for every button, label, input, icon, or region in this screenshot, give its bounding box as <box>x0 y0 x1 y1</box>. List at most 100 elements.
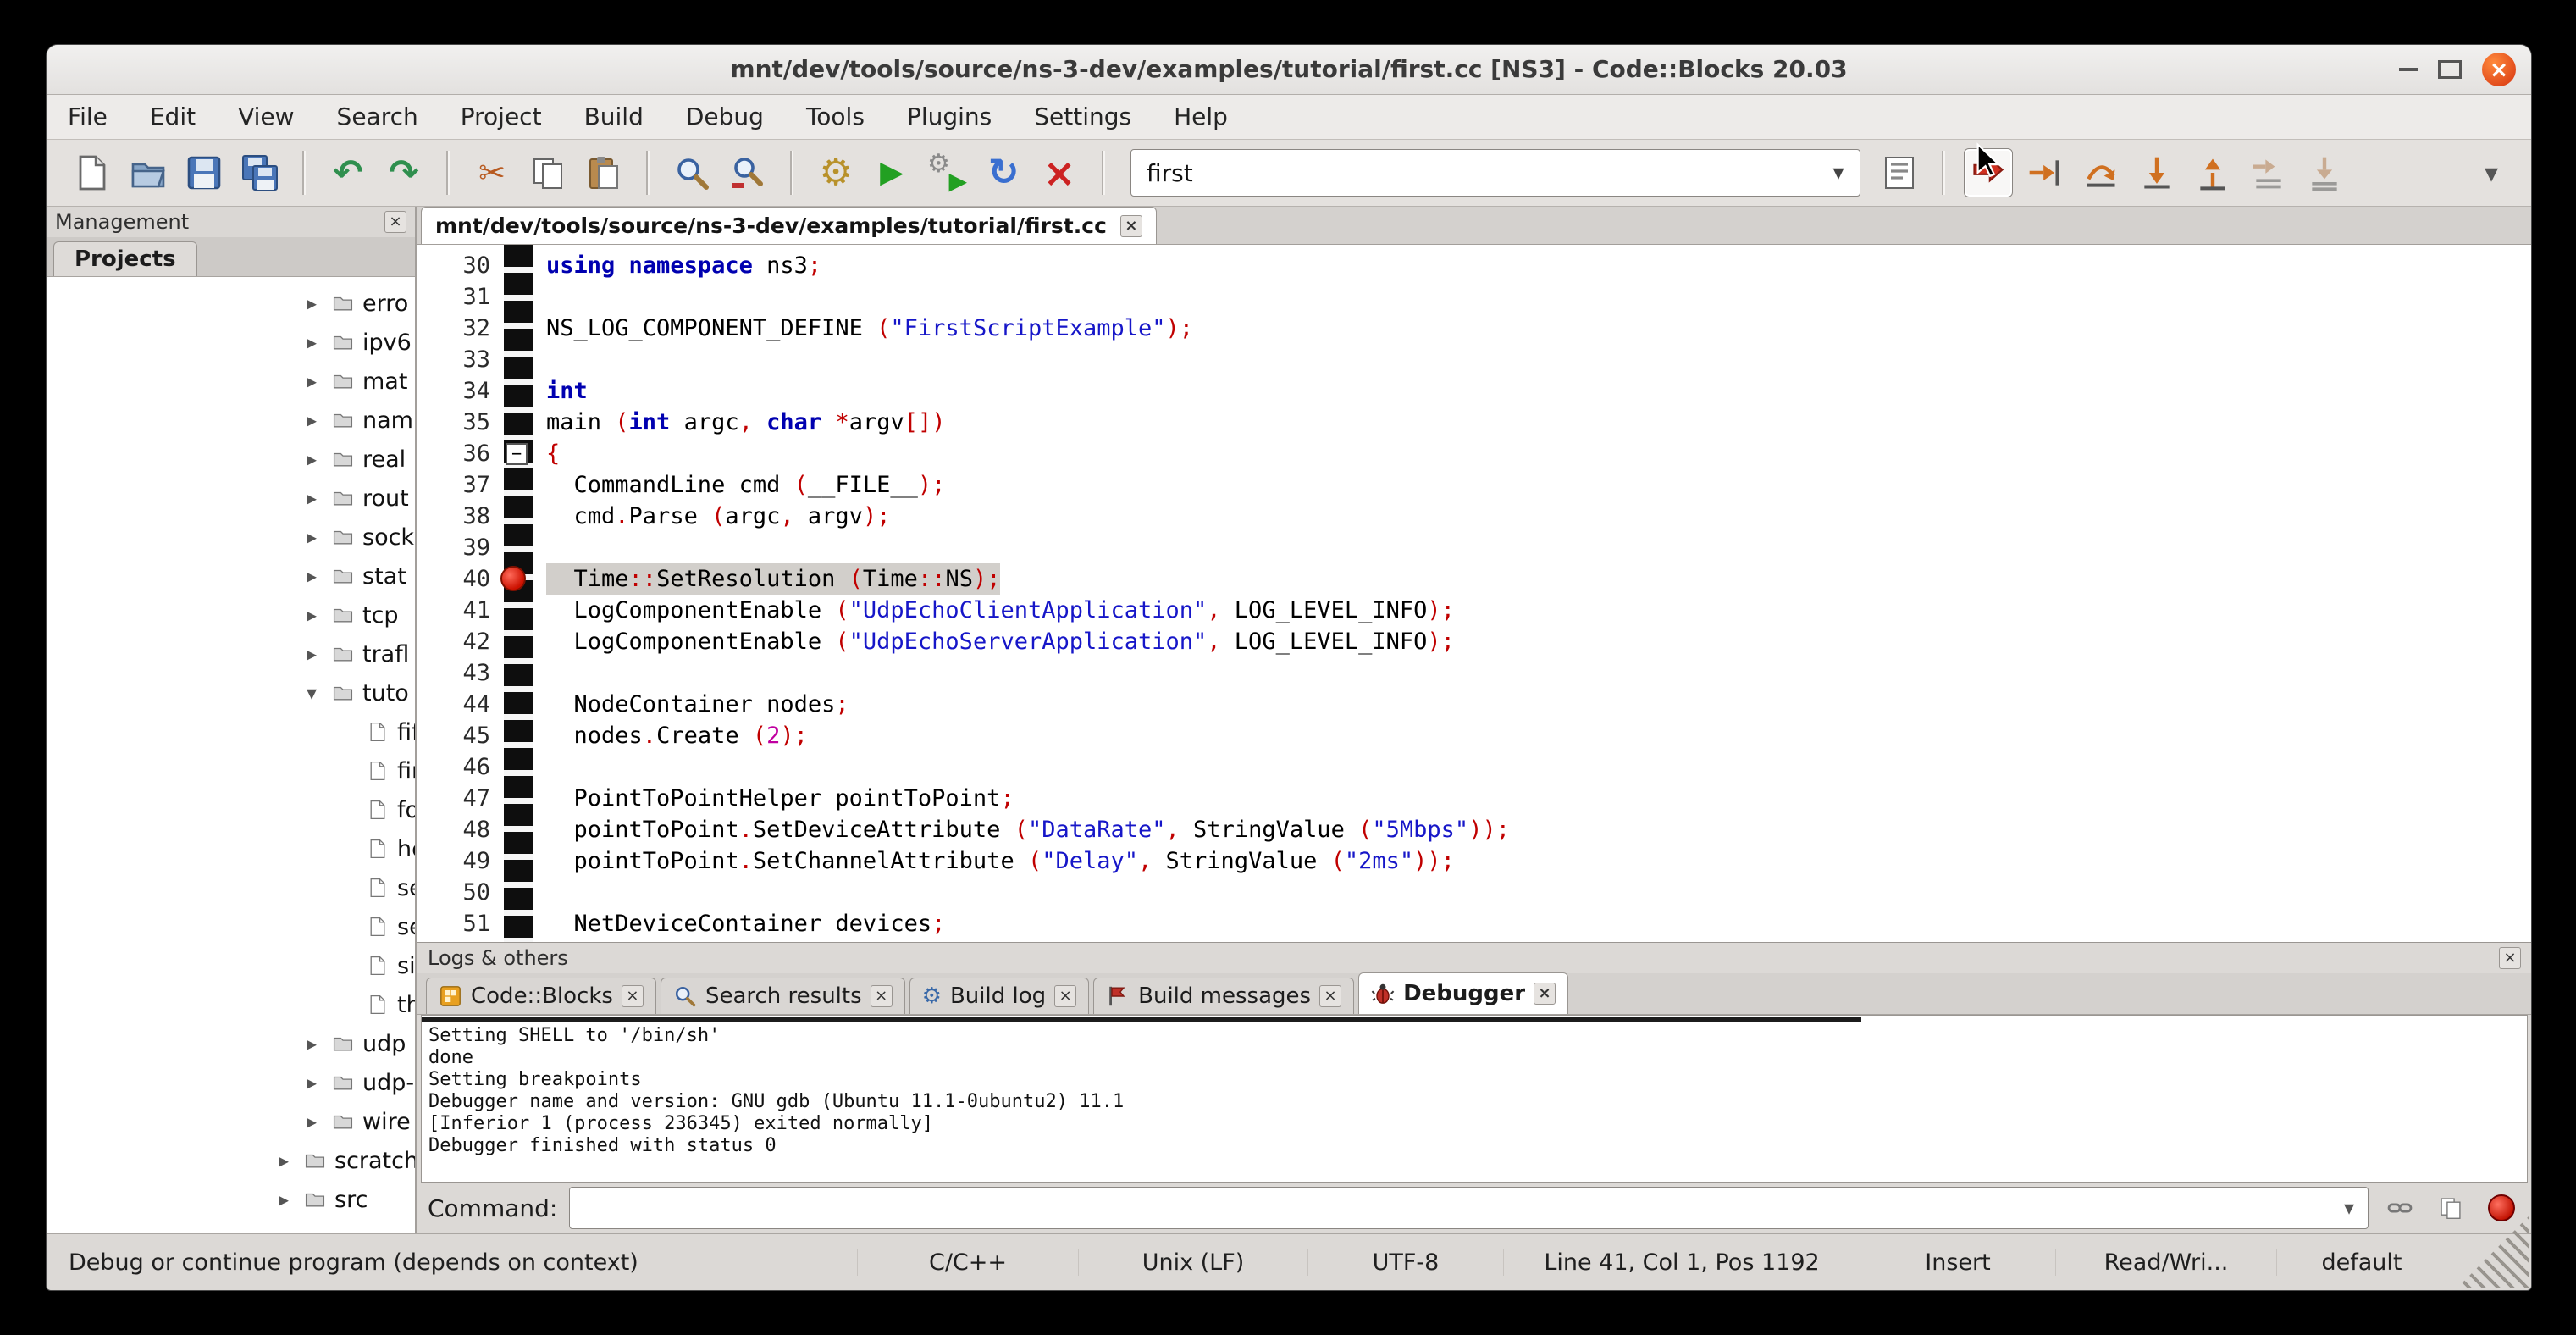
code-line-41[interactable]: 41 LogComponentEnable ("UdpEchoClientApp… <box>417 595 2531 626</box>
cut-button[interactable]: ✂ <box>468 149 516 197</box>
save-all-button[interactable] <box>236 149 284 197</box>
code-line-52[interactable]: 52 devices = pointToPoint.Install (nodes… <box>417 939 2531 942</box>
chevron-right-icon[interactable]: ▸ <box>307 369 332 393</box>
step-out-button[interactable] <box>2189 149 2236 197</box>
menu-project[interactable]: Project <box>439 95 563 139</box>
tree-item-udp-[interactable]: ▸udp- <box>47 1063 415 1102</box>
menu-help[interactable]: Help <box>1153 95 1249 139</box>
tree-item-real[interactable]: ▸real <box>47 440 415 479</box>
code-line-45[interactable]: 45 nodes.Create (2); <box>417 720 2531 751</box>
chevron-right-icon[interactable]: ▸ <box>307 1071 332 1094</box>
code-line-49[interactable]: 49 pointToPoint.SetChannelAttribute ("De… <box>417 845 2531 877</box>
chevron-right-icon[interactable]: ▸ <box>307 1032 332 1055</box>
attach-log-button[interactable] <box>2380 1188 2419 1227</box>
tab-codeblocks-log[interactable]: Code::Blocks × <box>426 978 656 1014</box>
code-line-51[interactable]: 51 NetDeviceContainer devices; <box>417 908 2531 939</box>
code-line-32[interactable]: 32NS_LOG_COMPONENT_DEFINE ("FirstScriptE… <box>417 313 2531 344</box>
code-line-33[interactable]: 33 <box>417 344 2531 375</box>
tree-item-fif[interactable]: fif <box>47 712 415 751</box>
command-input[interactable] <box>570 1188 2330 1228</box>
titlebar[interactable]: mnt/dev/tools/source/ns-3-dev/examples/t… <box>47 45 2531 95</box>
tree-item-stat[interactable]: ▸stat <box>47 557 415 595</box>
tree-item-scratch[interactable]: ▸scratch <box>47 1141 415 1180</box>
code-line-31[interactable]: 31 <box>417 281 2531 313</box>
code-line-36[interactable]: 36−{ <box>417 438 2531 469</box>
tree-item-nam[interactable]: ▸nam <box>47 401 415 440</box>
tab-close-icon[interactable]: × <box>1319 985 1341 1007</box>
chevron-right-icon[interactable]: ▸ <box>307 564 332 588</box>
tab-build-log[interactable]: ⚙ Build log × <box>909 978 1089 1014</box>
rebuild-button[interactable]: ↻ <box>980 149 1027 197</box>
chevron-right-icon[interactable]: ▸ <box>307 1110 332 1133</box>
code-line-47[interactable]: 47 PointToPointHelper pointToPoint; <box>417 783 2531 814</box>
code-line-50[interactable]: 50 <box>417 877 2531 908</box>
build-target-select[interactable]: first ▾ <box>1130 149 1860 197</box>
chevron-right-icon[interactable]: ▸ <box>307 603 332 627</box>
replace-button[interactable] <box>724 149 771 197</box>
menu-view[interactable]: View <box>217 95 315 139</box>
find-button[interactable] <box>668 149 716 197</box>
tree-item-tuto[interactable]: ▾tuto <box>47 673 415 712</box>
code-line-46[interactable]: 46 <box>417 751 2531 783</box>
minimize-button[interactable] <box>2399 68 2418 71</box>
tree-item-mat[interactable]: ▸mat <box>47 362 415 401</box>
menu-file[interactable]: File <box>47 95 129 139</box>
maximize-button[interactable] <box>2438 60 2462 79</box>
tab-build-messages[interactable]: Build messages × <box>1093 978 1354 1014</box>
tree-item-se[interactable]: se <box>47 868 415 907</box>
breakpoint-icon[interactable] <box>500 566 526 591</box>
undo-button[interactable]: ↶ <box>324 149 372 197</box>
tree-item-erro[interactable]: ▸erro <box>47 284 415 323</box>
code-line-39[interactable]: 39 <box>417 532 2531 563</box>
debugger-log[interactable]: Setting SHELL to '/bin/sh'doneSetting br… <box>421 1015 2528 1183</box>
tree-item-src[interactable]: ▸src <box>47 1180 415 1219</box>
editor-tab-close-icon[interactable]: × <box>1120 215 1142 237</box>
step-into-button[interactable] <box>2133 149 2181 197</box>
tab-debugger[interactable]: Debugger × <box>1358 972 1568 1014</box>
chevron-down-icon[interactable]: ▾ <box>1817 160 1860 186</box>
menu-search[interactable]: Search <box>316 95 439 139</box>
menu-edit[interactable]: Edit <box>129 95 217 139</box>
fold-marker-icon[interactable]: − <box>506 443 528 465</box>
copy-log-button[interactable] <box>2431 1188 2470 1227</box>
paste-button[interactable] <box>580 149 627 197</box>
chevron-right-icon[interactable]: ▸ <box>279 1188 304 1211</box>
code-line-43[interactable]: 43 <box>417 657 2531 689</box>
abort-build-button[interactable]: × <box>1036 149 1083 197</box>
run-to-cursor-button[interactable] <box>2021 149 2069 197</box>
tab-close-icon[interactable]: × <box>1054 985 1076 1007</box>
tree-item-se[interactable]: se <box>47 907 415 946</box>
management-close-icon[interactable]: × <box>384 211 406 233</box>
code-editor[interactable]: 30using namespace ns3;3132NS_LOG_COMPONE… <box>417 245 2531 942</box>
code-line-44[interactable]: 44 NodeContainer nodes; <box>417 689 2531 720</box>
next-instruction-button[interactable] <box>2245 149 2292 197</box>
chevron-down-icon[interactable]: ▾ <box>307 681 332 705</box>
tree-item-th[interactable]: th <box>47 985 415 1024</box>
save-button[interactable] <box>180 149 228 197</box>
build-and-run-button[interactable]: ⚙ ▶ <box>924 149 971 197</box>
menu-tools[interactable]: Tools <box>785 95 886 139</box>
tree-item-six[interactable]: six <box>47 946 415 985</box>
tab-close-icon[interactable]: × <box>1534 983 1556 1005</box>
breakpoint-margin[interactable] <box>504 245 533 942</box>
chevron-right-icon[interactable]: ▸ <box>307 447 332 471</box>
code-line-40[interactable]: 40 Time::SetResolution (Time::NS); <box>417 563 2531 595</box>
tree-item-trafl[interactable]: ▸trafl <box>47 634 415 673</box>
code-line-35[interactable]: 35main (int argc, char *argv[]) <box>417 407 2531 438</box>
redo-button[interactable]: ↷ <box>380 149 428 197</box>
code-line-37[interactable]: 37 CommandLine cmd (__FILE__); <box>417 469 2531 501</box>
copy-button[interactable] <box>524 149 572 197</box>
chevron-down-icon[interactable]: ▾ <box>2330 1196 2368 1220</box>
tree-item-fir[interactable]: fir <box>47 751 415 790</box>
stop-debugger-button[interactable] <box>2482 1188 2521 1227</box>
tab-projects[interactable]: Projects <box>53 241 197 276</box>
tree-item-ipv6[interactable]: ▸ipv6 <box>47 323 415 362</box>
toolbar-overflow-button[interactable]: ▾ <box>2470 152 2512 194</box>
tree-item-he[interactable]: he <box>47 829 415 868</box>
new-file-button[interactable] <box>69 149 116 197</box>
target-options-button[interactable] <box>1876 149 1923 197</box>
next-line-button[interactable] <box>2077 149 2125 197</box>
tab-close-icon[interactable]: × <box>871 985 893 1007</box>
tree-item-tcp[interactable]: ▸tcp <box>47 595 415 634</box>
open-file-button[interactable] <box>124 149 172 197</box>
